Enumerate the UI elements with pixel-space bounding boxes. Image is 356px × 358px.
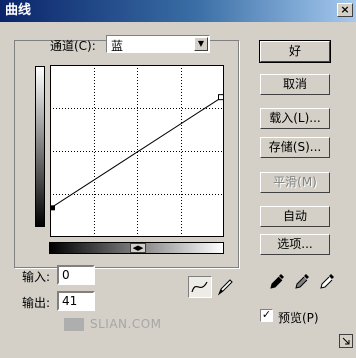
- save-label: 存储(S)...: [268, 140, 322, 154]
- options-label: 选项...: [277, 237, 313, 251]
- preview-checkbox[interactable]: ✓: [260, 309, 273, 322]
- load-label: 载入(L)...: [269, 111, 321, 125]
- ok-button[interactable]: 好: [259, 40, 331, 63]
- channel-select[interactable]: 蓝 ▼: [106, 35, 210, 53]
- title-bar: 曲线 ×: [0, 0, 356, 22]
- resize-grip-icon[interactable]: [339, 334, 353, 348]
- save-button[interactable]: 存储(S)...: [260, 137, 330, 158]
- input-label: 输入:: [22, 270, 51, 284]
- auto-label: 自动: [282, 209, 307, 223]
- watermark-logo: [64, 318, 84, 331]
- curve-point-end: [218, 94, 224, 101]
- watermark-text: SLIAN.COM: [90, 317, 162, 331]
- preview-label[interactable]: 预览(P): [278, 309, 319, 326]
- white-eyedropper-icon[interactable]: [318, 272, 336, 292]
- cancel-label: 取消: [282, 77, 307, 91]
- output-label: 输出:: [22, 296, 51, 310]
- options-button[interactable]: 选项...: [260, 234, 330, 255]
- black-eyedropper-icon[interactable]: [268, 272, 286, 292]
- gradient-toggle-icon[interactable]: ◀▶: [130, 243, 146, 253]
- input-field[interactable]: 0: [57, 265, 95, 285]
- window-title: 曲线: [5, 3, 32, 18]
- curve-graph[interactable]: [50, 65, 224, 237]
- gray-eyedropper-icon[interactable]: [293, 272, 311, 292]
- output-gradient-bar: [35, 66, 45, 227]
- pencil-tool-icon[interactable]: [214, 276, 238, 298]
- input-value: 0: [62, 268, 70, 282]
- close-icon[interactable]: ×: [337, 3, 353, 17]
- output-field[interactable]: 41: [57, 291, 95, 311]
- cancel-button[interactable]: 取消: [260, 74, 330, 95]
- auto-button[interactable]: 自动: [260, 206, 330, 227]
- curve-point-start: [50, 205, 55, 211]
- ok-label: 好: [288, 44, 301, 58]
- channel-label: 通道(C):: [50, 39, 96, 53]
- smooth-label: 平滑(M): [273, 175, 317, 189]
- load-button[interactable]: 载入(L)...: [260, 108, 330, 129]
- chevron-down-icon[interactable]: ▼: [194, 37, 208, 51]
- output-value: 41: [62, 294, 78, 308]
- curve-tool-icon[interactable]: [188, 276, 212, 298]
- smooth-button[interactable]: 平滑(M): [260, 172, 330, 193]
- channel-value: 蓝: [111, 39, 124, 53]
